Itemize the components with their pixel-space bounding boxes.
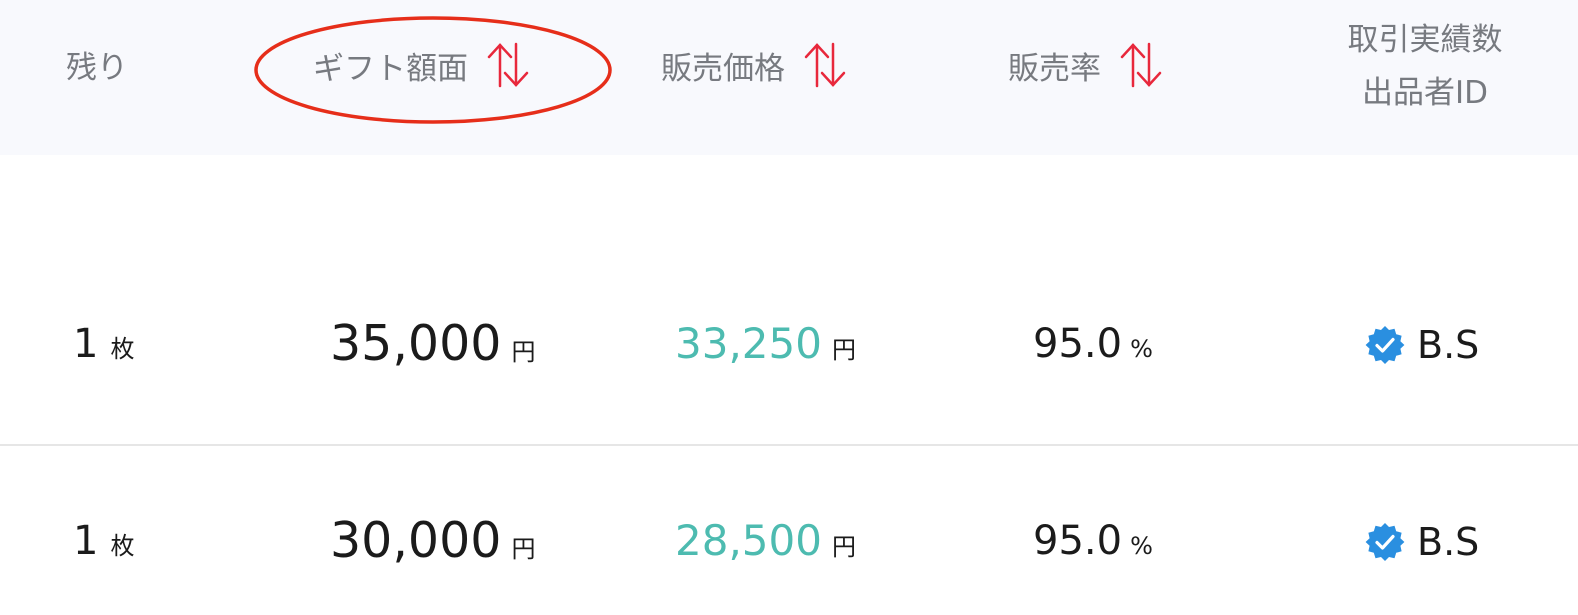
gift-value-cell: 30,000 円 — [330, 512, 535, 569]
header-remaining-label: 残り — [66, 50, 128, 86]
remaining-count: 1 — [73, 321, 99, 367]
gift-value-unit: 円 — [511, 535, 536, 563]
sale-price-cell: 33,250 円 — [675, 319, 856, 368]
seller-cell[interactable]: B.S — [1365, 520, 1479, 564]
sale-price-unit: 円 — [831, 533, 856, 561]
sale-rate-cell: 95.0 % — [1033, 321, 1153, 367]
gift-value-cell: 35,000 円 — [330, 315, 535, 372]
header-seller-id-label: 出品者ID — [1361, 75, 1488, 111]
verified-badge-icon — [1365, 326, 1405, 364]
remaining-cell: 1 枚 — [73, 518, 134, 564]
sale-rate-unit: % — [1130, 532, 1153, 560]
gift-value-unit: 円 — [511, 338, 536, 366]
remaining-unit: 枚 — [110, 335, 135, 363]
seller-cell[interactable]: B.S — [1365, 323, 1479, 367]
remaining-cell: 1 枚 — [73, 321, 134, 367]
seller-id[interactable]: B.S — [1417, 520, 1479, 564]
gift-card-listing-table: 残り ギフト額面 販売価格 販売率 取引実績数 出品者ID 1 枚 35,000… — [0, 0, 1578, 615]
sort-arrows-icon[interactable] — [486, 42, 530, 88]
header-gift-value[interactable]: ギフト額面 — [313, 42, 530, 88]
verified-badge-icon — [1365, 523, 1405, 561]
sale-price-unit: 円 — [831, 336, 856, 364]
table-header: 残り ギフト額面 販売価格 販売率 取引実績数 出品者ID — [0, 0, 1578, 155]
header-sale-rate-label: 販売率 — [1008, 50, 1101, 87]
sale-rate: 95.0 — [1033, 321, 1123, 367]
header-sale-price[interactable]: 販売価格 — [661, 42, 847, 88]
seller-id[interactable]: B.S — [1417, 323, 1479, 367]
table-row[interactable]: 1 枚 35,000 円 33,250 円 95.0 % B.S — [0, 155, 1578, 444]
remaining-unit: 枚 — [110, 532, 135, 560]
sale-rate: 95.0 — [1033, 518, 1123, 564]
gift-value: 35,000 — [330, 315, 502, 372]
sale-rate-cell: 95.0 % — [1033, 518, 1153, 564]
header-gift-value-label: ギフト額面 — [313, 50, 468, 87]
sort-arrows-icon[interactable] — [1119, 42, 1163, 88]
sale-rate-unit: % — [1130, 335, 1153, 363]
header-seller: 取引実績数 出品者ID — [1325, 14, 1525, 120]
header-sale-price-label: 販売価格 — [661, 50, 785, 87]
sale-price-cell: 28,500 円 — [675, 516, 856, 565]
gift-value: 30,000 — [330, 512, 502, 569]
sale-price: 33,250 — [675, 319, 822, 368]
header-sale-rate[interactable]: 販売率 — [1008, 42, 1163, 88]
header-trade-count-label: 取引実績数 — [1347, 22, 1503, 58]
header-remaining: 残り — [66, 42, 128, 87]
remaining-count: 1 — [73, 518, 99, 564]
sort-arrows-icon[interactable] — [803, 42, 847, 88]
sale-price: 28,500 — [675, 516, 822, 565]
table-row[interactable]: 1 枚 30,000 円 28,500 円 95.0 % B.S — [0, 446, 1578, 615]
